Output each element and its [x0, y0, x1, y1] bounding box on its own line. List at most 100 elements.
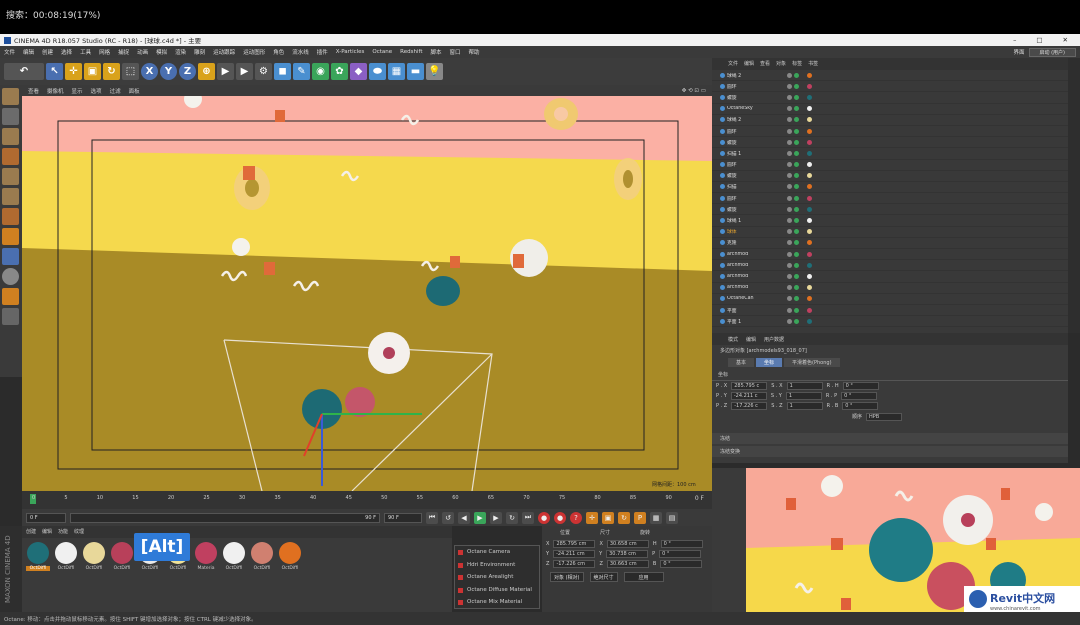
visibility-icon[interactable] [787, 229, 792, 235]
next-key-icon[interactable]: ↻ [506, 511, 518, 524]
model-mode-icon[interactable] [2, 108, 19, 125]
object-row[interactable]: 球绳 1 [712, 215, 1068, 227]
workplane-icon[interactable] [2, 148, 19, 165]
coord-value-field[interactable]: -24.211 cm [553, 550, 596, 558]
material-tag-icon[interactable] [807, 229, 812, 235]
object-row[interactable]: 球体 [712, 227, 1068, 238]
menu-animate[interactable]: 动画 [137, 48, 148, 56]
attr-value-field[interactable]: 285.795 c [731, 382, 768, 390]
visibility-icon[interactable] [787, 195, 792, 201]
menu-motion-tracker[interactable]: 运动跟踪 [213, 48, 235, 56]
snap-icon[interactable] [2, 268, 19, 285]
z-axis-icon[interactable]: Z [179, 63, 196, 80]
visibility-icon[interactable] [787, 150, 792, 156]
menu-octane-camera[interactable]: Octane Camera [455, 546, 539, 559]
material-swatch[interactable]: OctDiffi [110, 542, 134, 571]
material-tag-icon[interactable] [807, 117, 812, 123]
material-swatch[interactable]: OctDiffi [278, 542, 302, 571]
menu-snap[interactable]: 捕捉 [118, 48, 129, 56]
timeline-window-icon[interactable]: ▤ [666, 511, 678, 524]
enabled-check-icon[interactable] [794, 195, 799, 201]
apply-button[interactable]: 应用 [623, 572, 664, 582]
om-menu-file[interactable]: 文件 [728, 60, 738, 68]
menu-create[interactable]: 创建 [42, 48, 53, 56]
render-settings-icon[interactable]: ⚙ [255, 63, 272, 80]
coordinate-system-icon[interactable]: ⊕ [198, 63, 215, 80]
object-row[interactable]: 圆环 [712, 126, 1068, 138]
rotation-key-icon[interactable]: ↻ [618, 511, 630, 524]
x-axis-icon[interactable]: X [141, 63, 158, 80]
prev-key-icon[interactable]: ↺ [442, 511, 454, 524]
coord-mode-select[interactable]: 对象 (相对) [550, 572, 584, 582]
coord-value-field[interactable]: 30.738 cm [606, 550, 649, 558]
object-row[interactable]: OctaneSky [712, 104, 1068, 115]
menu-octane-diffuse-material[interactable]: Octane Diffuse Material [455, 584, 539, 597]
enabled-check-icon[interactable] [794, 106, 799, 112]
camera-icon[interactable]: ▬ [407, 63, 424, 80]
maximize-button[interactable]: □ [1036, 36, 1042, 44]
polygons-mode-icon[interactable] [2, 208, 19, 225]
menu-select[interactable]: 选择 [61, 48, 72, 56]
material-tag-icon[interactable] [807, 296, 812, 302]
cloner-icon[interactable]: ✿ [331, 63, 348, 80]
goto-start-icon[interactable]: ⏮ [426, 511, 438, 524]
object-row[interactable]: 球绳 2 [712, 115, 1068, 126]
object-row[interactable]: archmod [712, 271, 1068, 283]
scale-tool-icon[interactable]: ▣ [84, 63, 101, 80]
move-tool-icon[interactable]: ✛ [65, 63, 82, 80]
recent-tool-icon[interactable]: ⬚ [122, 63, 139, 80]
coord-value-field[interactable]: 30.663 cm [606, 560, 649, 568]
tab-phong[interactable]: 平滑着色(Phong) [784, 358, 840, 367]
material-tag-icon[interactable] [807, 218, 812, 224]
menu-window[interactable]: 窗口 [450, 48, 461, 56]
mat-tab-create[interactable]: 创建 [26, 528, 36, 536]
tab-basic[interactable]: 基本 [728, 358, 755, 367]
visibility-icon[interactable] [787, 273, 792, 279]
tab-coord[interactable]: 坐标 [756, 358, 783, 367]
coord-value-field[interactable]: 285.795 cm [553, 540, 596, 548]
material-tag-icon[interactable] [807, 262, 812, 268]
material-swatch[interactable]: OctDiffi [26, 542, 50, 571]
object-row[interactable]: 圆环 [712, 160, 1068, 171]
enabled-check-icon[interactable] [794, 285, 799, 291]
attr-value-field[interactable]: 1 [786, 402, 823, 410]
menu-simulate[interactable]: 模拟 [156, 48, 167, 56]
grid-icon[interactable] [2, 308, 19, 325]
visibility-icon[interactable] [787, 285, 792, 291]
render-picture-viewer-icon[interactable]: ▶ [236, 63, 253, 80]
rotate-tool-icon[interactable]: ↻ [103, 63, 120, 80]
menu-render[interactable]: 渲染 [175, 48, 186, 56]
points-mode-icon[interactable] [2, 168, 19, 185]
menu-octane[interactable]: Octane [372, 49, 392, 55]
attr-value-field[interactable]: -24.211 c [730, 392, 767, 400]
enabled-check-icon[interactable] [794, 206, 799, 212]
viewport-nav-icons[interactable]: ✥ ⟲ ⊡ ▭ [682, 88, 706, 94]
object-row[interactable]: 圆环 [712, 193, 1068, 205]
material-tag-icon[interactable] [807, 83, 812, 89]
om-menu-tags[interactable]: 标签 [792, 60, 802, 68]
menu-xparticles[interactable]: X-Particles [336, 49, 365, 55]
enabled-check-icon[interactable] [794, 184, 799, 190]
object-row[interactable]: 螺旋 [712, 92, 1068, 104]
enabled-check-icon[interactable] [794, 273, 799, 279]
menu-plugins[interactable]: 插件 [317, 48, 328, 56]
material-tag-icon[interactable] [807, 173, 812, 179]
material-tag-icon[interactable] [807, 206, 812, 212]
menu-octane-arealight[interactable]: Octane Arealight [455, 571, 539, 584]
material-tag-icon[interactable] [807, 251, 812, 257]
visibility-icon[interactable] [787, 184, 792, 190]
menu-file[interactable]: 文件 [4, 48, 15, 56]
menu-help[interactable]: 帮助 [469, 48, 480, 56]
object-row[interactable]: 平面 1 [712, 316, 1068, 328]
object-row[interactable]: 平面 [712, 305, 1068, 317]
menu-edit[interactable]: 编辑 [23, 48, 34, 56]
enabled-check-icon[interactable] [794, 218, 799, 224]
object-row[interactable]: 圆环 [712, 81, 1068, 93]
am-menu-edit[interactable]: 编辑 [746, 336, 756, 343]
freeze-transform-section[interactable]: 冻结变换 [712, 446, 1068, 457]
cube-icon[interactable]: ◼ [274, 63, 291, 80]
object-row[interactable]: 螺旋 [712, 137, 1068, 149]
enabled-check-icon[interactable] [794, 150, 799, 156]
menu-tools[interactable]: 工具 [80, 48, 91, 56]
material-swatch[interactable]: Materia [194, 542, 218, 571]
